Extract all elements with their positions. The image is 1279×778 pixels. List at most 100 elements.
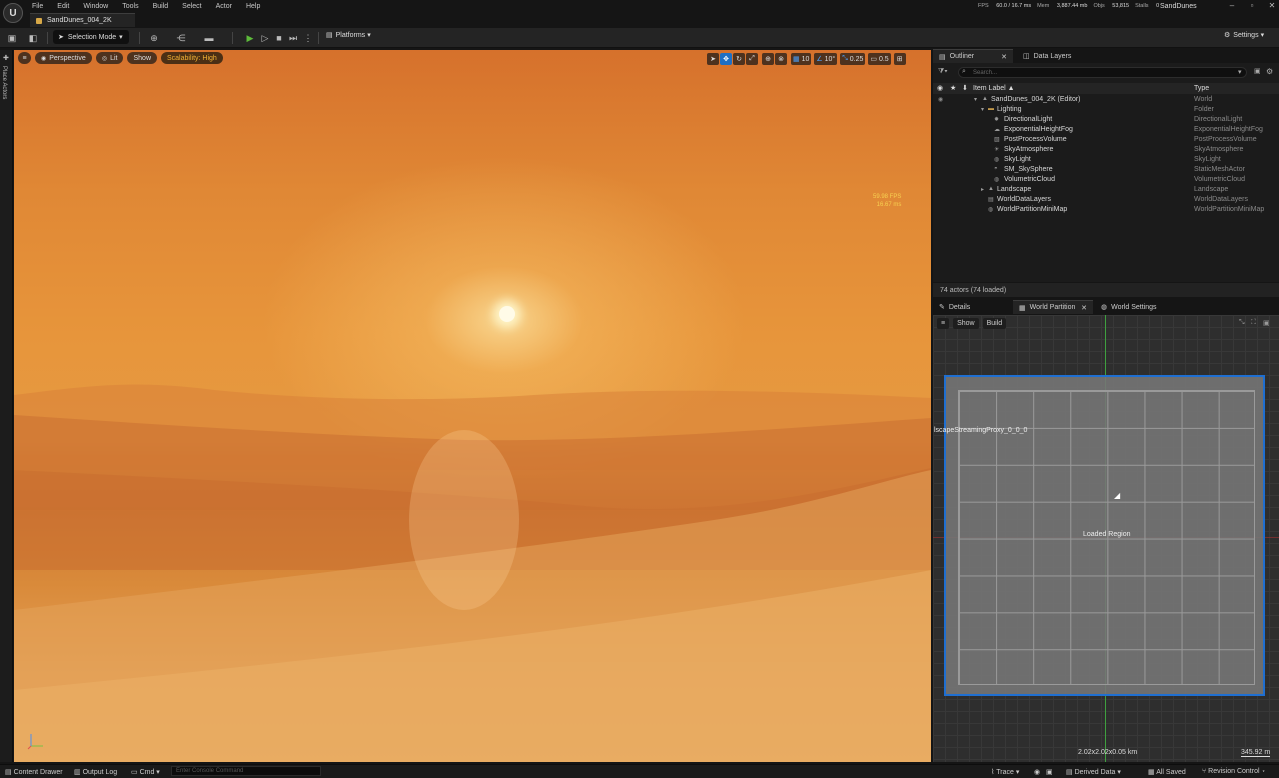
fit-view-icon[interactable]: ⛶: [1251, 319, 1256, 327]
rotation-snap-button[interactable]: ∠ 10°: [814, 53, 838, 65]
outliner-settings-icon[interactable]: ⚙: [1266, 67, 1273, 76]
menu-window[interactable]: Window: [83, 3, 108, 10]
tab-details[interactable]: ✎ Details: [933, 300, 1011, 314]
tree-row-actor[interactable]: ▤ WorldDataLayers WorldDataLayers: [933, 196, 1279, 206]
platforms-dropdown[interactable]: ▤ Platforms ▾: [326, 31, 371, 40]
wp-build-button[interactable]: Build: [982, 318, 1007, 329]
content-drawer-button[interactable]: ▤ Content Drawer: [5, 768, 63, 776]
level-tab[interactable]: SandDunes_004_2K: [30, 13, 135, 27]
content-browser-icon[interactable]: ◧: [27, 32, 39, 44]
wp-show-button[interactable]: Show: [953, 318, 979, 329]
play-icon[interactable]: ▶: [244, 32, 256, 44]
camera-icon: ◉: [41, 55, 47, 62]
wp-menu-icon[interactable]: ≡: [937, 318, 950, 329]
menu-actor[interactable]: Actor: [216, 3, 232, 10]
scalability-badge[interactable]: Scalability: High: [161, 52, 223, 64]
type-column[interactable]: Type: [1194, 85, 1209, 92]
tree-row-actor[interactable]: ☁ ExponentialHeightFog ExponentialHeight…: [933, 126, 1279, 136]
hamburger-menu-icon[interactable]: ≡: [18, 52, 31, 64]
tree-row-actor[interactable]: ◓ SM_SkySphere StaticMeshActor: [933, 166, 1279, 176]
expand-arrow-icon[interactable]: ▾: [981, 106, 984, 113]
close-button[interactable]: ✕: [1262, 1, 1279, 10]
eject-icon[interactable]: ⏭: [287, 32, 299, 44]
derived-data-button[interactable]: ▤ Derived Data ▾: [1066, 768, 1121, 776]
lock-column-icon[interactable]: ★: [950, 84, 956, 92]
tree-row-world[interactable]: ◉ ▾ ▲ SandDunes_004_2K (Editor) World: [933, 96, 1279, 106]
place-actors-icon[interactable]: ✚: [3, 54, 9, 62]
show-button[interactable]: Show: [127, 52, 157, 64]
all-saved-button[interactable]: ▦ All Saved: [1148, 768, 1186, 776]
outliner-search-input[interactable]: Search...: [958, 67, 1247, 78]
cmd-dropdown[interactable]: ▭ Cmd ▾: [131, 768, 160, 776]
step-icon[interactable]: ▷: [259, 32, 271, 44]
tree-row-actor[interactable]: ▧ PostProcessVolume PostProcessVolume: [933, 136, 1279, 146]
viewport-layout-icon[interactable]: ⊞: [893, 53, 906, 65]
filter-icon[interactable]: ⧩▾: [938, 68, 948, 76]
tree-row-folder[interactable]: ▾ ▬ Lighting Folder: [933, 106, 1279, 116]
scale-snap-button[interactable]: ⤡ 0.25: [840, 53, 866, 65]
settings-button[interactable]: ⚙ Settings ▾: [1224, 31, 1264, 40]
static-mesh-icon: ◓: [994, 166, 998, 172]
lit-button[interactable]: ◎ Lit: [95, 52, 124, 64]
search-dropdown-icon[interactable]: ▾: [1238, 68, 1242, 76]
add-actor-icon[interactable]: ⊕: [148, 32, 160, 44]
menu-tools[interactable]: Tools: [122, 3, 138, 10]
menu-build[interactable]: Build: [153, 3, 169, 10]
tab-world-settings[interactable]: ◍ World Settings: [1095, 300, 1175, 314]
rotate-tool-icon[interactable]: ↻: [733, 53, 745, 65]
close-tab-icon[interactable]: ✕: [1081, 304, 1087, 312]
item-label-column[interactable]: Item Label ▲: [973, 85, 1015, 92]
world-space-icon[interactable]: ⊕: [762, 53, 774, 65]
menu-help[interactable]: Help: [246, 3, 260, 10]
minimap-view-icon[interactable]: ▣: [1263, 319, 1270, 327]
level-tab-label: SandDunes_004_2K: [47, 17, 112, 24]
tree-row-actor[interactable]: ◍ VolumetricCloud VolumetricCloud: [933, 176, 1279, 186]
menu-edit[interactable]: Edit: [57, 3, 69, 10]
screenshot-icon[interactable]: ▣: [1046, 768, 1053, 776]
perspective-button[interactable]: ◉ Perspective: [35, 52, 92, 64]
window-controls: – ▫ ✕: [1222, 1, 1279, 10]
tab-outliner[interactable]: ▤ Outliner ✕: [933, 49, 1013, 63]
stop-icon[interactable]: ■: [273, 32, 285, 44]
minimize-button[interactable]: –: [1222, 1, 1242, 10]
output-log-button[interactable]: ▥ Output Log: [74, 768, 117, 776]
translate-tool-icon[interactable]: ✥: [720, 53, 732, 65]
cinematics-icon[interactable]: ▬: [203, 32, 215, 44]
tab-world-partition[interactable]: ▦ World Partition ✕: [1013, 300, 1093, 314]
select-tool-icon[interactable]: ➤: [707, 53, 719, 65]
blueprint-icon[interactable]: ⋲: [175, 32, 187, 44]
maximize-button[interactable]: ▫: [1242, 1, 1262, 10]
eye-icon[interactable]: ◉: [938, 96, 943, 103]
console-command-input[interactable]: Enter Console Command: [171, 766, 321, 776]
level-viewport[interactable]: [14, 50, 931, 762]
tree-row-actor[interactable]: ◍ WorldPartitionMiniMap WorldPartitionMi…: [933, 206, 1279, 216]
record-icon[interactable]: ◉: [1034, 768, 1040, 776]
tree-row-actor[interactable]: ✸ DirectionalLight DirectionalLight: [933, 116, 1279, 126]
grid-snap-button[interactable]: ▦ 10: [791, 53, 812, 65]
add-folder-icon[interactable]: ▣: [1254, 67, 1261, 75]
close-tab-icon[interactable]: ✕: [1001, 53, 1007, 61]
tree-row-actor[interactable]: ▸ ▲ Landscape Landscape: [933, 186, 1279, 196]
camera-speed-button[interactable]: ▭ 0.5: [868, 53, 891, 65]
scale-tool-icon[interactable]: ⤢: [746, 53, 758, 65]
play-options-icon[interactable]: ⋮: [302, 32, 314, 44]
pin-column-icon[interactable]: ⬇: [962, 84, 968, 92]
place-actors-tab[interactable]: Place Actors: [1, 66, 7, 99]
trace-button[interactable]: ⌇ Trace ▾: [991, 768, 1019, 776]
revision-control-button[interactable]: ⑂ Revision Control ▾: [1202, 768, 1266, 775]
selection-mode-dropdown[interactable]: ➤ Selection Mode ▾: [53, 30, 129, 44]
tree-row-actor[interactable]: ☀ SkyAtmosphere SkyAtmosphere: [933, 146, 1279, 156]
surface-snap-icon[interactable]: ⊗: [775, 53, 787, 65]
menu-file[interactable]: File: [32, 3, 43, 10]
tree-row-actor[interactable]: ◍ SkyLight SkyLight: [933, 156, 1279, 166]
save-icon[interactable]: ▣: [6, 32, 18, 44]
scale-snap-icon: ⤡: [842, 55, 848, 62]
camera-marker-icon: ◢: [1114, 491, 1121, 500]
expand-arrow-icon[interactable]: ▸: [981, 186, 984, 193]
tab-data-layers[interactable]: ◫ Data Layers: [1017, 49, 1087, 63]
expand-arrow-icon[interactable]: ▾: [974, 96, 977, 103]
unreal-logo-icon[interactable]: U: [3, 3, 23, 23]
menu-select[interactable]: Select: [182, 3, 201, 10]
focus-selection-icon[interactable]: ⤡: [1239, 319, 1245, 327]
visibility-column-icon[interactable]: ◉: [937, 84, 943, 92]
